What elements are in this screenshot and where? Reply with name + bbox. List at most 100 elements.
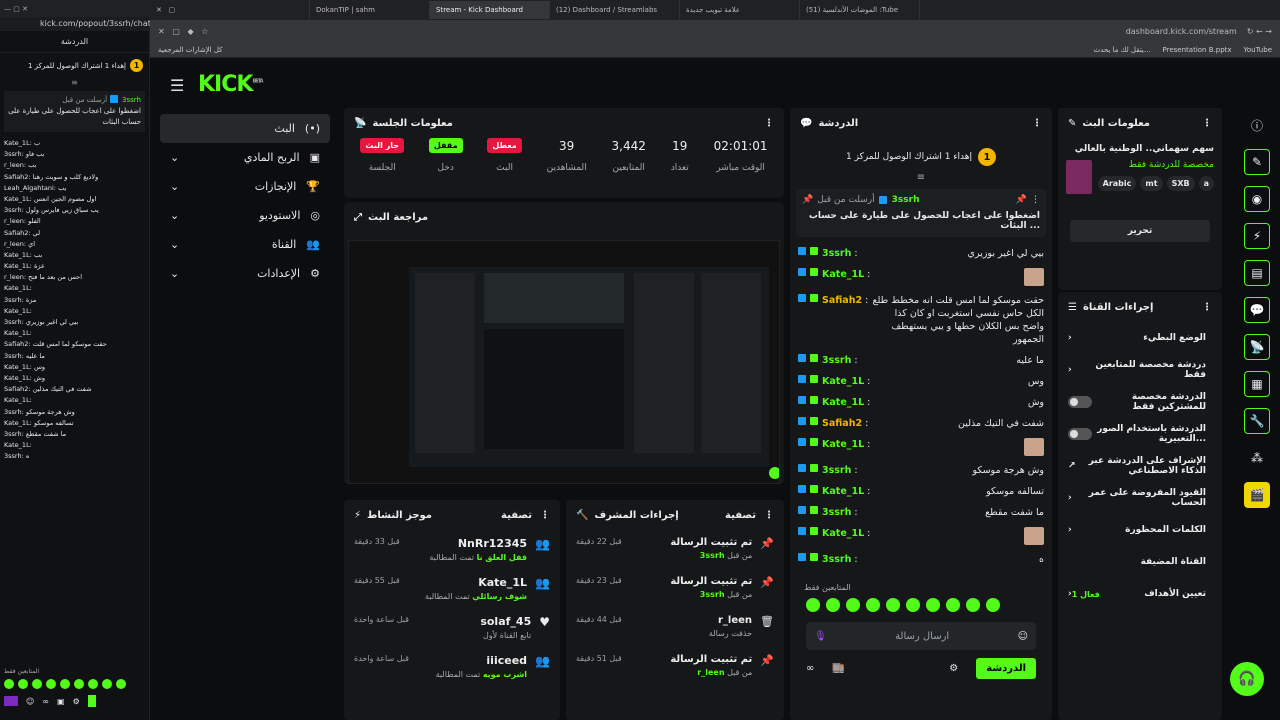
channel-action-row[interactable]: الدردشة باستخدام الصور التعبيرية... [1058,418,1222,450]
bookmark-all[interactable]: كل الإشارات المرجعية [158,46,223,54]
broadcast-icon[interactable]: 📡 [1244,334,1270,360]
popout-url[interactable]: kick.com/popout/3ssrh/chat [0,17,151,31]
chat-message[interactable]: Safiah2: شفت في التيك مذلين [798,413,1044,434]
window-controls[interactable]: — ▢ ✕ [4,5,28,13]
sidebar-item-2[interactable]: ⌄ الإنجازات 🏆 [160,172,330,201]
sidebar-item-5[interactable]: ⌄ الإعدادات ⚙ [160,259,330,288]
activity-user[interactable]: Kate_1L [400,576,527,589]
activity-item[interactable]: قبل 55 دقيقة Kate_1L شوف رسائلي تمت المطال… [344,569,560,608]
chat-message[interactable]: 3ssrh: ما شفت مقطع [798,502,1044,523]
info-icon[interactable]: ⓘ [1244,112,1270,138]
chat-collapse-icon[interactable]: ≡ [790,172,1052,183]
chat-message[interactable]: 3ssrh: ه [798,549,1044,570]
pinned-user[interactable]: 3ssrh [122,95,141,106]
pinned-menu-icon[interactable]: ⋮ [1031,195,1040,205]
chat-username[interactable]: 3ssrh [822,354,851,367]
sidebar-item-1[interactable]: ⌄ الربح المادي ▣ [160,143,330,172]
stream-preview-video[interactable] [348,240,780,484]
chat-message[interactable]: Kate_1L: وس [798,371,1044,392]
chat-message[interactable]: Safiah2: حقت موسكو لما امس قلت انه مخطط ط… [798,290,1044,350]
session-menu-icon[interactable]: ⋮ [764,118,774,129]
gift-icon[interactable]: 🏬 [832,663,844,674]
chat-message[interactable]: Kate_1L: [798,264,1044,290]
chat-menu-icon[interactable]: ⋮ [1032,118,1042,129]
chat-bubble-icon[interactable]: 💬 [1244,297,1270,323]
edit-icon[interactable]: ✎ [1244,149,1270,175]
mod-action-user[interactable]: 3ssrh [700,551,725,560]
session-status[interactable]: معطل البث [487,138,522,173]
browser-tab-5[interactable]: (51) الموضات الأندلسية :Tube [800,1,920,19]
activity-filter[interactable]: تصفية [501,510,532,521]
menu-icon[interactable]: ☰ [170,76,184,95]
channel-action-row[interactable]: الإشراف على الدردشة عبر الذكاء الاصطناعي… [1058,450,1222,482]
chat-send-button[interactable]: الدردشة [976,658,1036,679]
session-status[interactable]: مقفل دخل [428,138,463,173]
activity-user[interactable]: solaf_45 [409,615,531,628]
emoji-icon[interactable]: ☺ [26,697,34,706]
session-status[interactable]: جار البث الجلسة [360,138,405,173]
chat-pinned-user[interactable]: 3ssrh [892,195,920,205]
window-controls-left[interactable]: ✕ ▢ [150,1,310,19]
channel-action-row[interactable]: الوضع البطيء › [1058,322,1222,354]
chat-message[interactable]: 3ssrh: بيي لي اغير بوزيري [798,243,1044,264]
browser-tab-3[interactable]: (12) Dashboard / Streamlabs [550,1,680,19]
channel-action-row[interactable]: القيود المفروضة على عمر الحساب › [1058,482,1222,514]
emoji-icon[interactable]: ☺ [1018,631,1028,642]
chat-message[interactable]: 3ssrh: ما عليه [798,350,1044,371]
toggle-switch[interactable] [1068,396,1092,408]
chat-username[interactable]: Safiah2 [822,417,862,430]
collapse-icon[interactable]: ≡ [0,78,149,87]
activity-item[interactable]: قبل ساعة واحدة iiiceed اشرب مويه تمت المطا… [344,647,560,686]
stream-category[interactable]: مخصصة للدردشة فقط [1098,160,1214,170]
sidebar-item-4[interactable]: ⌄ القناة 👥 [160,230,330,259]
chat-message[interactable]: 3ssrh: وش هرجة موسكو [798,460,1044,481]
emote-row[interactable] [4,679,146,689]
bookmark-3[interactable]: يتقل لك ما يحدث... [1094,46,1151,54]
chat-goal-banner[interactable]: إهداء 1 اشتراك الوصول للمركز 1 1 [790,138,1052,172]
toggle-switch[interactable] [1068,428,1092,440]
kick-logo[interactable]: KICKBETA [198,72,264,97]
activity-item[interactable]: قبل 33 دقيقة NnRr12345 قفل العلق نا تمت ال… [344,530,560,569]
activity-user[interactable]: NnRr12345 [400,537,527,550]
chat-input[interactable]: 🎙 ارسال رسالة ☺ [806,622,1036,650]
clapper-icon[interactable]: 🎬 [1244,482,1270,508]
mod-filter[interactable]: تصفية [725,510,756,521]
wrench-icon[interactable]: 🔧 [1244,408,1270,434]
chat-username[interactable]: 3ssrh [822,553,851,566]
chat-emote-row[interactable] [790,596,1052,614]
channel-actions-menu-icon[interactable]: ⋮ [1202,302,1212,313]
chat-username[interactable]: Kate_1L [822,485,864,498]
channel-action-row[interactable]: الكلمات المحظورة › [1058,514,1222,546]
chat-username[interactable]: Kate_1L [822,527,864,540]
chat-username[interactable]: 3ssrh [822,247,851,260]
mic-icon[interactable] [4,696,18,706]
mic-icon[interactable]: 🎙 [814,631,827,642]
mod-action-item[interactable]: قبل 23 دقيقة تم تثبيت الرسالة 3ssrh من قبل… [566,569,784,608]
stream-tag[interactable]: mt [1140,176,1163,191]
edit-stream-button[interactable]: تحرير [1070,220,1210,242]
chat-pinned-message[interactable]: 📌 أرسلت من قبل 3ssrh 📌 ⋮ اضغطوا على اعجا… [796,189,1046,237]
chat-username[interactable]: 3ssrh [822,506,851,519]
mod-action-user[interactable]: 3ssrh [700,590,725,599]
activity-menu-icon[interactable]: ⋮ [540,510,550,521]
stream-info-menu-icon[interactable]: ⋮ [1202,118,1212,129]
mod-action-item[interactable]: قبل 51 دقيقة تم تثبيت الرسالة r_leen من قب… [566,647,784,686]
chat-username[interactable]: 3ssrh [822,464,851,477]
gift-icon[interactable]: ▣ [57,697,65,706]
layout-icon[interactable]: ▦ [1244,371,1270,397]
chat-username[interactable]: Kate_1L [822,438,864,451]
sidebar-item-0[interactable]: البث (•) [160,114,330,143]
chat-username[interactable]: Kate_1L [822,268,864,281]
chat-username[interactable]: Kate_1L [822,375,864,388]
browser-tab-2[interactable]: Stream - Kick Dashboard [430,1,550,19]
chat-username[interactable]: Safiah2 [822,294,862,307]
mod-action-item[interactable]: قبل 22 دقيقة تم تثبيت الرسالة 3ssrh من قبل… [566,530,784,569]
infinity-icon[interactable]: ∞ [42,697,49,706]
bolt-icon[interactable]: ⚡ [1244,223,1270,249]
document-icon[interactable]: ▤ [1244,260,1270,286]
stream-tag[interactable]: a [1198,176,1214,191]
url-field[interactable]: dashboard.kick.com/stream [218,27,1237,36]
stream-tag[interactable]: SXB [1166,176,1195,191]
send-button[interactable] [87,695,96,707]
browser-tab-4[interactable]: علامة تبويب جديدة [680,1,800,19]
